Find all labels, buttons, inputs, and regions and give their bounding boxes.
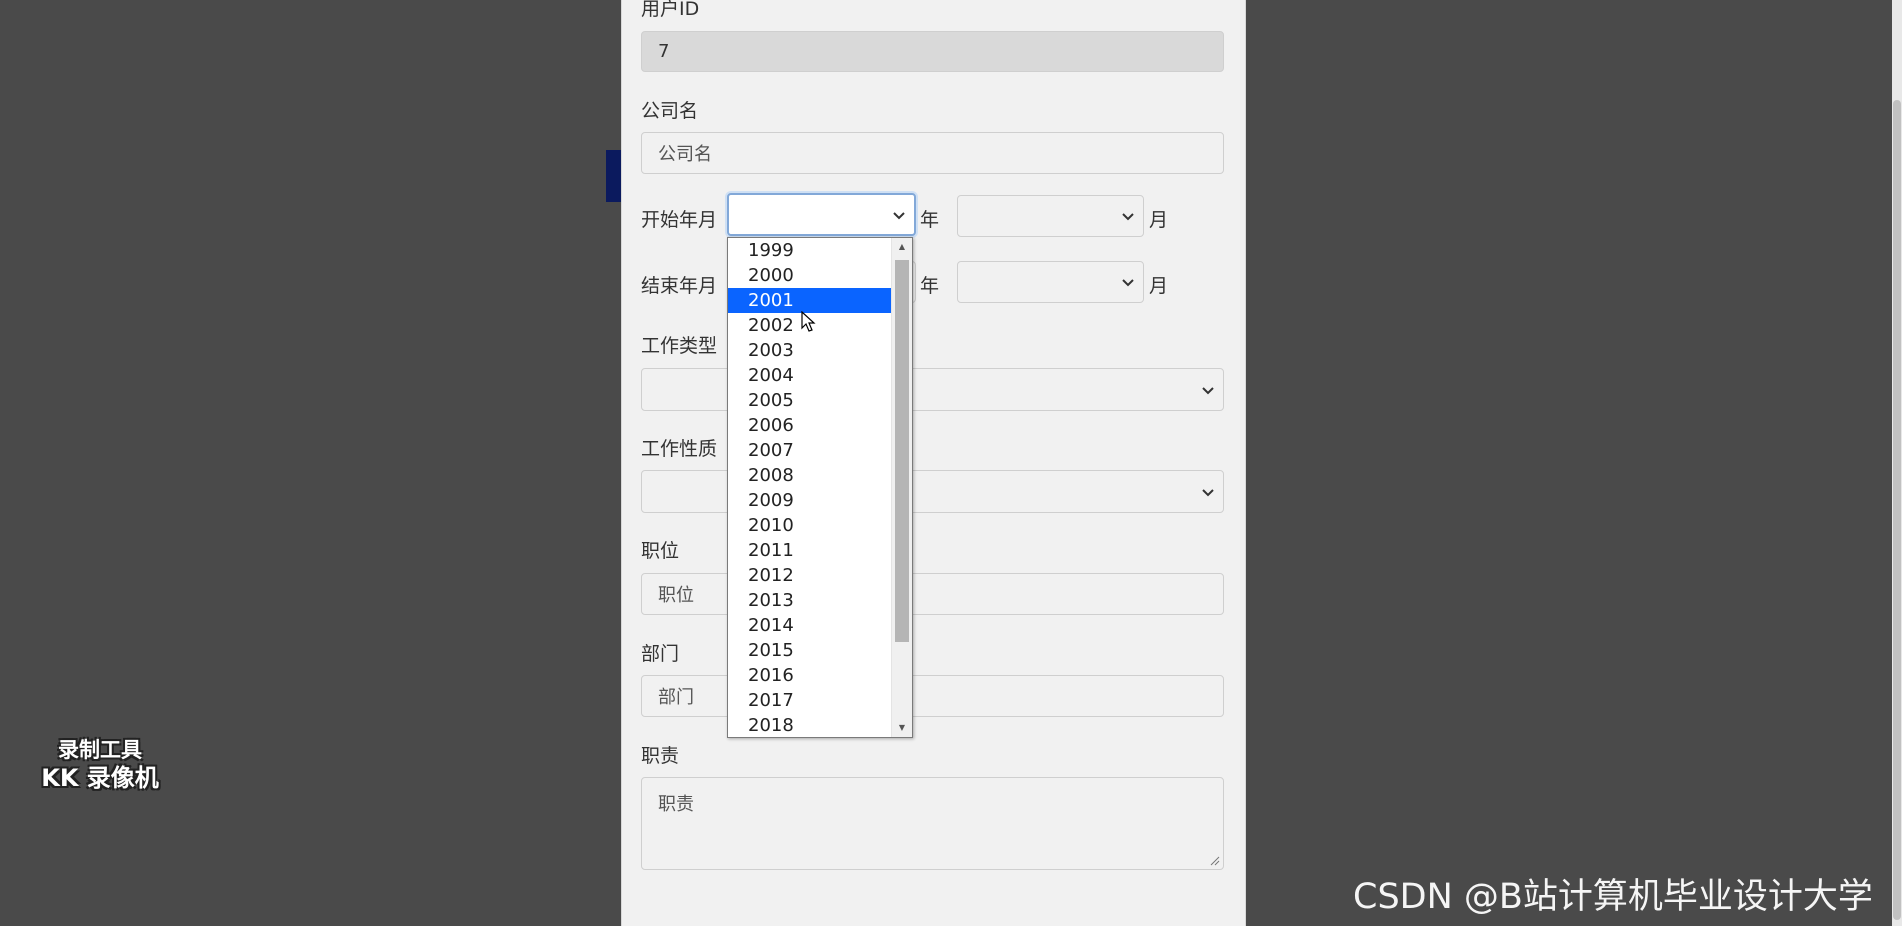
mouse-cursor-icon	[801, 311, 816, 332]
end-month-unit: 月	[1149, 275, 1169, 297]
start-date-label: 开始年月	[641, 209, 718, 231]
end-year-unit: 年	[920, 275, 940, 297]
year-option[interactable]: 2008	[728, 463, 892, 488]
duty-textarea[interactable]: 职责	[641, 777, 1224, 870]
background-page-element	[606, 150, 622, 202]
company-input[interactable]: 公司名	[641, 132, 1224, 174]
recorder-watermark-line2: KK 录像机	[41, 764, 159, 792]
chevron-down-icon	[1202, 386, 1214, 394]
csdn-watermark: CSDN @B站计算机毕业设计大学	[1353, 877, 1873, 917]
year-option[interactable]: 2015	[728, 638, 892, 663]
year-option[interactable]: 2013	[728, 588, 892, 613]
dropdown-scrollbar[interactable]: ▲ ▼	[891, 238, 912, 737]
year-option[interactable]: 2012	[728, 563, 892, 588]
year-option[interactable]: 2004	[728, 363, 892, 388]
start-year-dropdown-list[interactable]: 1999 2000 2001 2002 2003 2004 2005 2006 2007 2008…	[727, 237, 913, 738]
year-option[interactable]: 2005	[728, 388, 892, 413]
recorder-watermark-line1: 录制工具	[58, 738, 142, 762]
end-month-select[interactable]	[957, 261, 1144, 303]
year-option[interactable]: 1999	[728, 238, 892, 263]
year-option[interactable]: 2003	[728, 338, 892, 363]
start-month-unit: 月	[1149, 209, 1169, 231]
start-year-unit: 年	[920, 209, 940, 231]
year-option[interactable]: 2010	[728, 513, 892, 538]
company-label: 公司名	[641, 100, 699, 122]
scroll-up-icon[interactable]: ▲	[892, 238, 912, 256]
chevron-down-icon	[1202, 488, 1214, 496]
year-option[interactable]: 2001	[728, 288, 892, 313]
year-option[interactable]: 2009	[728, 488, 892, 513]
start-month-select[interactable]	[957, 195, 1144, 237]
year-option[interactable]: 2016	[728, 663, 892, 688]
page-scrollbar[interactable]	[1892, 0, 1902, 926]
user-id-value: 7	[658, 41, 670, 62]
work-experience-form-panel: 用户ID 7 公司名 公司名 开始年月 年 月 结束年月 年 月 工作类型 工作…	[621, 0, 1246, 926]
duty-placeholder: 职责	[658, 794, 694, 815]
department-placeholder: 部门	[658, 687, 694, 708]
scroll-down-icon[interactable]: ▼	[892, 719, 912, 737]
company-placeholder: 公司名	[658, 144, 712, 165]
position-label: 职位	[641, 540, 680, 562]
year-option[interactable]: 2014	[728, 613, 892, 638]
end-date-label: 结束年月	[641, 275, 718, 297]
chevron-down-icon	[893, 211, 905, 219]
recorder-watermark: 录制工具 KK 录像机	[30, 736, 170, 792]
year-option[interactable]: 2011	[728, 538, 892, 563]
job-type-label: 工作类型	[641, 335, 718, 357]
year-option[interactable]: 2000	[728, 263, 892, 288]
year-option[interactable]: 2006	[728, 413, 892, 438]
user-id-label: 用户ID	[641, 0, 700, 20]
year-option[interactable]: 2017	[728, 688, 892, 713]
page-scrollbar-thumb[interactable]	[1893, 100, 1901, 920]
dropdown-scrollbar-thumb[interactable]	[895, 260, 909, 642]
resize-grip-icon[interactable]	[1210, 856, 1220, 866]
department-label: 部门	[641, 643, 680, 665]
start-year-select[interactable]	[727, 193, 916, 236]
job-nature-label: 工作性质	[641, 438, 718, 460]
year-option[interactable]: 2007	[728, 438, 892, 463]
chevron-down-icon	[1122, 279, 1134, 287]
user-id-field: 7	[641, 31, 1224, 72]
year-option[interactable]: 2018	[728, 713, 892, 737]
chevron-down-icon	[1122, 213, 1134, 221]
position-placeholder: 职位	[658, 585, 694, 606]
duty-label: 职责	[641, 745, 680, 767]
